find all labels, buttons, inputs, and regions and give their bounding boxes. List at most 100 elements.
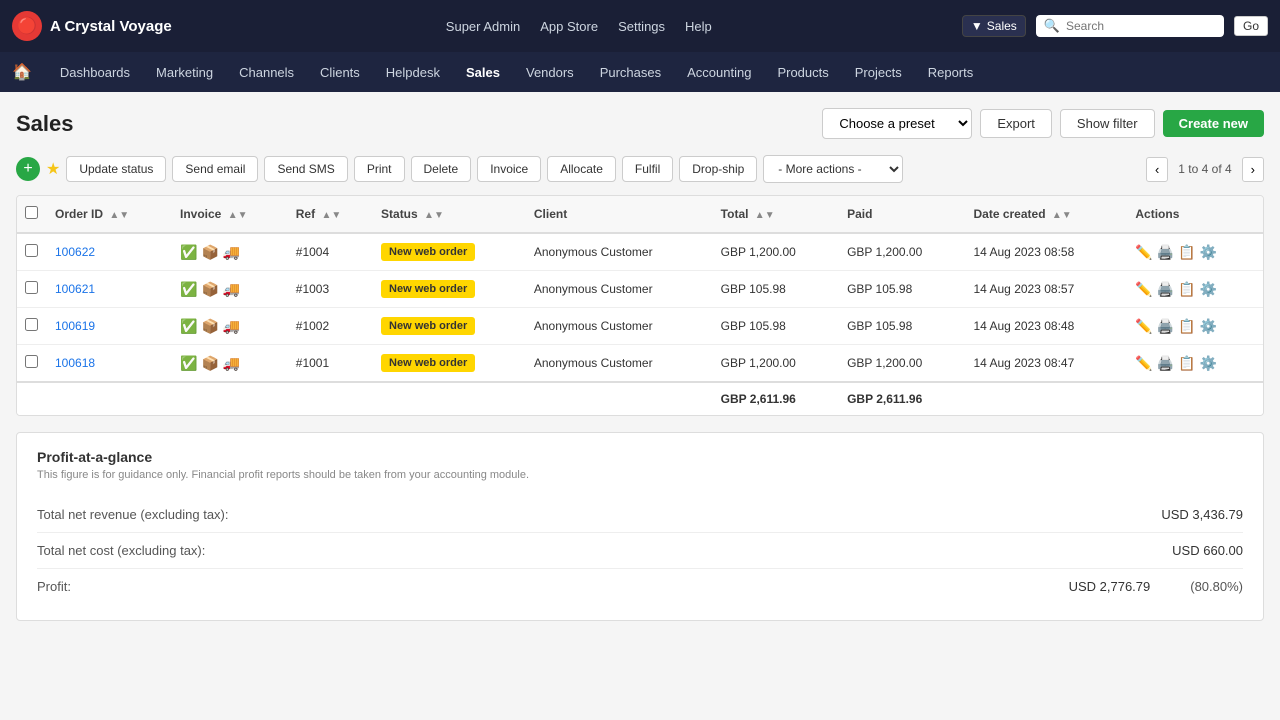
nav-settings[interactable]: Settings [618,19,665,34]
nav-projects[interactable]: Projects [843,57,914,88]
create-new-button[interactable]: Create new [1163,110,1264,137]
ref-sort-icon: ▲▼ [321,210,341,221]
row-order-id: 100622 [47,233,172,271]
copy-icon[interactable]: 📋 [1178,318,1195,335]
print-icon[interactable]: 🖨️ [1157,318,1174,335]
edit-icon[interactable]: ✏️ [1135,244,1152,261]
pagination-info: 1 to 4 of 4 [1172,162,1237,176]
settings-icon[interactable]: ⚙️ [1200,318,1217,335]
row-total: GBP 1,200.00 [713,345,839,383]
action-icons: ✏️ 🖨️ 📋 ⚙️ [1135,281,1255,298]
print-button[interactable]: Print [354,156,405,182]
edit-icon[interactable]: ✏️ [1135,355,1152,372]
edit-icon[interactable]: ✏️ [1135,318,1152,335]
nav-accounting[interactable]: Accounting [675,57,763,88]
order-id-link[interactable]: 100619 [55,319,95,333]
print-icon[interactable]: 🖨️ [1157,244,1174,261]
go-button[interactable]: Go [1234,16,1268,36]
row-checkbox[interactable] [25,281,38,294]
row-actions: ✏️ 🖨️ 📋 ⚙️ [1127,233,1263,271]
th-actions: Actions [1127,196,1263,233]
print-icon[interactable]: 🖨️ [1157,281,1174,298]
favorite-star[interactable]: ★ [46,159,60,179]
copy-icon[interactable]: 📋 [1178,281,1195,298]
check-icon: ✅ [180,281,197,298]
row-total: GBP 1,200.00 [713,233,839,271]
select-all-checkbox[interactable] [25,206,38,219]
th-date-created[interactable]: Date created ▲▼ [965,196,1127,233]
row-client: Anonymous Customer [526,271,713,308]
export-button[interactable]: Export [980,109,1052,138]
status-sort-icon: ▲▼ [424,210,444,221]
fulfil-button[interactable]: Fulfil [622,156,673,182]
top-nav-links: Super Admin App Store Settings Help [196,19,962,34]
nav-vendors[interactable]: Vendors [514,57,586,88]
nav-dashboards[interactable]: Dashboards [48,57,142,88]
totals-total: GBP 2,611.96 [713,382,839,415]
update-status-button[interactable]: Update status [66,156,166,182]
order-id-link[interactable]: 100618 [55,356,95,370]
profit-revenue-row: Total net revenue (excluding tax): USD 3… [37,497,1243,533]
row-total: GBP 105.98 [713,271,839,308]
nav-products[interactable]: Products [765,57,840,88]
total-sort-icon: ▲▼ [755,210,775,221]
nav-channels[interactable]: Channels [227,57,306,88]
invoice-button[interactable]: Invoice [477,156,541,182]
row-status: New web order [373,308,526,345]
invoice-icons: ✅ 📦 🚚 [180,281,280,298]
nav-purchases[interactable]: Purchases [588,57,673,88]
nav-marketing[interactable]: Marketing [144,57,225,88]
th-ref[interactable]: Ref ▲▼ [288,196,373,233]
truck-icon: 🚚 [223,244,240,261]
profit-cost-label: Total net cost (excluding tax): [37,543,205,558]
box-icon: 📦 [201,244,218,261]
pagination-next[interactable]: › [1242,157,1264,182]
send-sms-button[interactable]: Send SMS [264,156,347,182]
th-order-id[interactable]: Order ID ▲▼ [47,196,172,233]
row-checkbox[interactable] [25,318,38,331]
send-email-button[interactable]: Send email [172,156,258,182]
order-id-link[interactable]: 100621 [55,282,95,296]
settings-icon[interactable]: ⚙️ [1200,244,1217,261]
action-icons: ✏️ 🖨️ 📋 ⚙️ [1135,355,1255,372]
nav-sales[interactable]: Sales [454,57,512,88]
orders-table: Order ID ▲▼ Invoice ▲▼ Ref ▲▼ Status ▲▼ [17,196,1263,415]
add-row-button[interactable]: + [16,157,40,181]
settings-icon[interactable]: ⚙️ [1200,281,1217,298]
nav-helpdesk[interactable]: Helpdesk [374,57,452,88]
th-total[interactable]: Total ▲▼ [713,196,839,233]
row-invoice: ✅ 📦 🚚 [172,271,288,308]
th-invoice[interactable]: Invoice ▲▼ [172,196,288,233]
preset-select[interactable]: Choose a preset [822,108,972,139]
row-checkbox[interactable] [25,244,38,257]
nav-app-store[interactable]: App Store [540,19,598,34]
truck-icon: 🚚 [223,318,240,335]
delete-button[interactable]: Delete [411,156,472,182]
nav-reports[interactable]: Reports [916,57,986,88]
drop-ship-button[interactable]: Drop-ship [679,156,757,182]
pagination: ‹ 1 to 4 of 4 › [1146,157,1264,182]
row-paid: GBP 1,200.00 [839,233,965,271]
home-icon[interactable]: 🏠 [12,62,32,82]
nav-clients[interactable]: Clients [308,57,372,88]
pagination-prev[interactable]: ‹ [1146,157,1168,182]
row-checkbox[interactable] [25,355,38,368]
profit-revenue-label: Total net revenue (excluding tax): [37,507,229,522]
more-actions-select[interactable]: - More actions - [763,155,903,183]
row-order-id: 100619 [47,308,172,345]
edit-icon[interactable]: ✏️ [1135,281,1152,298]
nav-help[interactable]: Help [685,19,712,34]
nav-super-admin[interactable]: Super Admin [446,19,520,34]
row-invoice: ✅ 📦 🚚 [172,345,288,383]
db-selector[interactable]: ▼ Sales [962,15,1026,37]
copy-icon[interactable]: 📋 [1178,244,1195,261]
copy-icon[interactable]: 📋 [1178,355,1195,372]
order-id-link[interactable]: 100622 [55,245,95,259]
allocate-button[interactable]: Allocate [547,156,616,182]
profit-subtitle: This figure is for guidance only. Financ… [37,469,1243,481]
settings-icon[interactable]: ⚙️ [1200,355,1217,372]
search-input[interactable] [1066,19,1216,33]
th-status[interactable]: Status ▲▼ [373,196,526,233]
print-icon[interactable]: 🖨️ [1157,355,1174,372]
show-filter-button[interactable]: Show filter [1060,109,1155,138]
